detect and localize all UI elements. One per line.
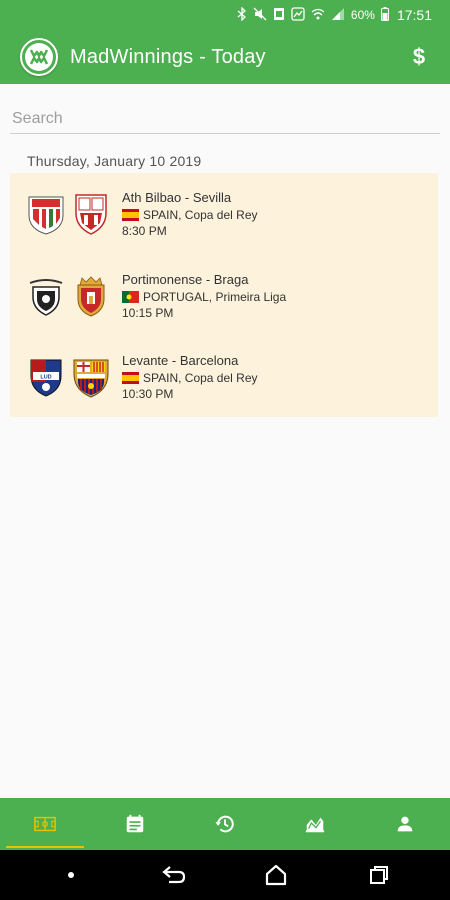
dot-button[interactable] (51, 855, 91, 895)
match-item[interactable]: Portimonense - Braga PORTUGAL, Primeira … (10, 255, 438, 335)
spain-flag-icon (122, 372, 139, 384)
match-item[interactable]: Ath Bilbao - Sevilla SPAIN, Copa del Rey… (10, 173, 438, 253)
spain-flag-icon (122, 209, 139, 221)
field-icon (34, 816, 56, 832)
bluetooth-icon (237, 5, 247, 24)
date-header: Thursday, January 10 2019 (27, 153, 202, 169)
wifi-icon (311, 7, 325, 24)
levante-crest-icon: LUD (27, 356, 65, 398)
match-list: Ath Bilbao - Sevilla SPAIN, Copa del Rey… (10, 173, 438, 417)
portugal-flag-icon (122, 291, 139, 303)
match-item[interactable]: LUD Levante - Barcelona SPAIN, Copa del … (10, 336, 438, 416)
dot-icon (68, 872, 75, 878)
match-teams: Levante - Barcelona (122, 353, 239, 368)
data-saver-icon (291, 6, 305, 24)
ath-bilbao-crest-icon (27, 193, 65, 235)
match-time: 10:30 PM (122, 387, 174, 401)
bottom-nav (0, 798, 450, 850)
dollar-icon[interactable]: $ (404, 44, 434, 70)
match-league-label: SPAIN, Copa del Rey (143, 208, 258, 222)
mw-logo-icon (25, 43, 53, 71)
match-league-label: PORTUGAL, Primeira Liga (143, 290, 287, 304)
history-icon (215, 815, 234, 833)
match-time: 8:30 PM (122, 224, 167, 238)
app-logo (20, 38, 58, 76)
svg-text:LUD: LUD (40, 375, 51, 381)
match-time: 10:15 PM (122, 306, 174, 320)
app-title: MadWinnings - Today (70, 45, 266, 68)
sevilla-crest-icon (72, 193, 110, 235)
system-nav-bar (0, 850, 450, 900)
status-bar: 60% 17:51 (0, 0, 450, 30)
match-league: SPAIN, Copa del Rey (122, 371, 258, 385)
match-league-label: SPAIN, Copa del Rey (143, 371, 258, 385)
chart-icon (305, 817, 325, 833)
nav-today[interactable] (0, 798, 90, 850)
search-input[interactable] (10, 106, 440, 132)
search-bar (10, 106, 440, 134)
status-time: 17:51 (396, 7, 432, 23)
profile-icon (397, 816, 413, 832)
nav-history[interactable] (180, 798, 270, 850)
mute-icon (253, 7, 267, 24)
portimonense-crest-icon (27, 275, 65, 317)
nfc-icon (273, 7, 285, 24)
nav-calendar[interactable] (90, 798, 180, 850)
app-bar: MadWinnings - Today $ (0, 30, 450, 84)
nav-stats[interactable] (270, 798, 360, 850)
match-league: PORTUGAL, Primeira Liga (122, 290, 286, 304)
back-button[interactable] (154, 855, 194, 895)
match-teams: Portimonense - Braga (122, 272, 249, 287)
battery-icon (380, 6, 389, 24)
barcelona-crest-icon (72, 356, 110, 398)
match-league: SPAIN, Copa del Rey (122, 208, 258, 222)
battery-text: 60% (350, 8, 375, 22)
signal-icon (331, 7, 345, 24)
back-icon (162, 866, 185, 884)
calendar-icon (126, 814, 144, 833)
home-button[interactable] (256, 855, 296, 895)
recents-button[interactable] (359, 855, 399, 895)
recents-icon (369, 866, 388, 884)
match-teams: Ath Bilbao - Sevilla (122, 190, 232, 205)
braga-crest-icon (72, 275, 110, 317)
home-icon (266, 864, 287, 886)
status-icons: 60% (237, 5, 389, 24)
nav-profile[interactable] (360, 798, 450, 850)
